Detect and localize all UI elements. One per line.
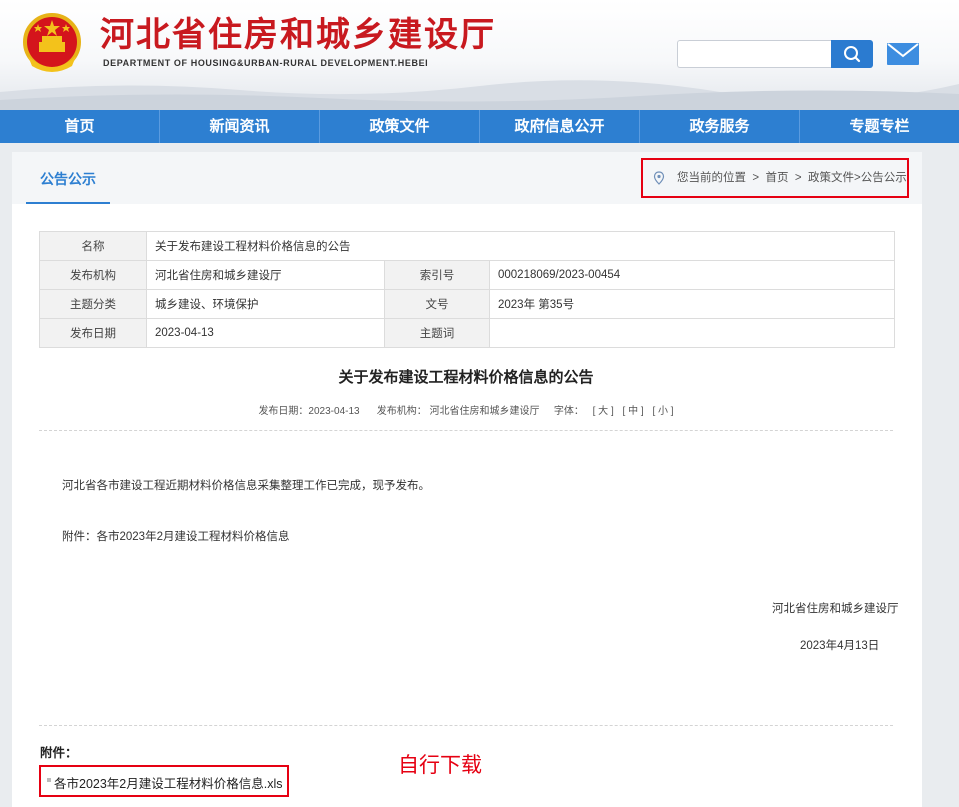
site-title: 河北省住房和城乡建设厅	[100, 17, 496, 54]
nav-item-news[interactable]: 新闻资讯	[160, 110, 320, 143]
nav-item-gov-info[interactable]: 政府信息公开	[480, 110, 640, 143]
meta-value	[489, 318, 895, 348]
location-pin-icon	[653, 171, 665, 185]
main-nav: 首页 新闻资讯 政策文件 政府信息公开 政务服务 专题专栏	[0, 110, 959, 143]
article-title: 关于发布建设工程材料价格信息的公告	[338, 369, 594, 386]
breadcrumb-text: 您当前的位置 > 首页 > 政策文件>公告公示	[677, 160, 907, 196]
meta-value: 河北省住房和城乡建设厅	[146, 260, 385, 290]
font-size-medium-button[interactable]: [ 中 ]	[623, 406, 644, 417]
search-bar	[677, 40, 873, 68]
breadcrumb: 您当前的位置 > 首页 > 政策文件>公告公示	[641, 158, 909, 198]
meta-key: 名称	[39, 231, 147, 261]
meta-key: 文号	[384, 289, 490, 319]
meta-key: 发布机构	[39, 260, 147, 290]
table-row: 主题分类 城乡建设、环境保护 文号 2023年 第35号	[39, 289, 895, 319]
font-size-large-button[interactable]: [ 大 ]	[593, 406, 614, 417]
tab-announcements[interactable]: 公告公示	[26, 152, 110, 204]
mail-button[interactable]	[885, 40, 921, 68]
meta-value: 000218069/2023-00454	[489, 260, 895, 290]
meta-key: 发布日期	[39, 318, 147, 348]
search-button[interactable]	[831, 40, 873, 68]
nav-item-topics[interactable]: 专题专栏	[800, 110, 959, 143]
nav-item-policy[interactable]: 政策文件	[320, 110, 480, 143]
site-subtitle: DEPARTMENT OF HOUSING&URBAN-RURAL DEVELO…	[103, 58, 429, 68]
signature-org: 河北省住房和城乡建设厅	[772, 603, 899, 615]
meta-key: 主题词	[384, 318, 490, 348]
article-paragraph: 附件：各市2023年2月建设工程材料价格信息	[62, 531, 290, 543]
divider	[39, 430, 893, 431]
bullet-icon	[47, 778, 51, 782]
meta-value: 关于发布建设工程材料价格信息的公告	[146, 231, 895, 261]
nav-item-home[interactable]: 首页	[0, 110, 160, 143]
article-info: 发布日期：2023-04-13 发布机构： 河北省住房和城乡建设厅 字体： [ …	[39, 402, 893, 417]
metadata-table: 名称 关于发布建设工程材料价格信息的公告 发布机构 河北省住房和城乡建设厅 索引…	[39, 231, 895, 348]
article-paragraph: 河北省各市建设工程近期材料价格信息采集整理工作已完成，现予发布。	[62, 480, 430, 492]
meta-value: 2023年 第35号	[489, 289, 895, 319]
meta-key: 主题分类	[39, 289, 147, 319]
meta-value: 2023-04-13	[146, 318, 385, 348]
breadcrumb-prefix: 您当前的位置	[677, 172, 746, 184]
site-header: 河北省住房和城乡建设厅 DEPARTMENT OF HOUSING&URBAN-…	[0, 0, 959, 110]
table-row: 发布机构 河北省住房和城乡建设厅 索引号 000218069/2023-0045…	[39, 260, 895, 290]
mail-icon	[887, 43, 919, 65]
nav-item-services[interactable]: 政务服务	[640, 110, 800, 143]
signature-date: 2023年4月13日	[800, 640, 880, 652]
search-icon	[844, 46, 861, 63]
divider	[39, 725, 893, 726]
meta-key: 索引号	[384, 260, 490, 290]
meta-value: 城乡建设、环境保护	[146, 289, 385, 319]
font-size-small-button[interactable]: [ 小 ]	[652, 406, 673, 417]
national-emblem-icon	[23, 13, 81, 72]
skyline-background	[0, 80, 959, 110]
attachment-download-link[interactable]: 各市2023年2月建设工程材料价格信息.xls	[54, 773, 283, 792]
attachment-label: 附件：	[40, 746, 78, 760]
breadcrumb-path-link[interactable]: 政策文件>公告公示	[808, 172, 907, 184]
table-row: 发布日期 2023-04-13 主题词	[39, 318, 895, 348]
attachment-item: 各市2023年2月建设工程材料价格信息.xls	[39, 765, 289, 797]
annotation-note: 自行下载	[398, 754, 482, 777]
publish-org: 发布机构： 河北省住房和城乡建设厅	[376, 406, 540, 417]
breadcrumb-sep: >	[752, 172, 760, 184]
search-input[interactable]	[677, 40, 842, 68]
breadcrumb-sep: >	[794, 172, 802, 184]
publish-date: 发布日期：2023-04-13	[258, 406, 360, 417]
table-row: 名称 关于发布建设工程材料价格信息的公告	[39, 231, 895, 261]
breadcrumb-home-link[interactable]: 首页	[766, 172, 789, 184]
font-size-label: 字体：	[553, 406, 584, 417]
